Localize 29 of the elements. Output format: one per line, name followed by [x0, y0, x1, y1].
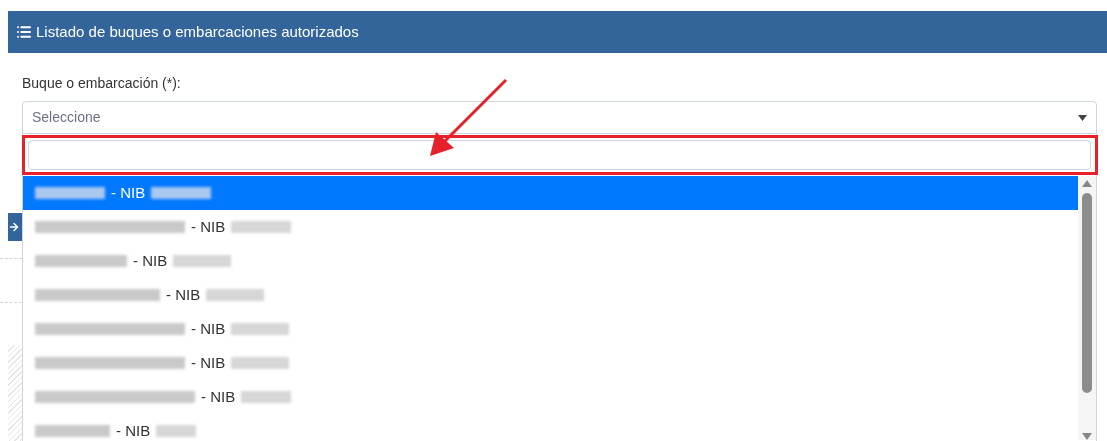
blurred-number [151, 187, 212, 199]
blurred-number [231, 357, 290, 369]
option-text: - NIB [111, 182, 146, 203]
option-text: - NIB [166, 284, 201, 305]
field-label: Buque o embarcación (*): [22, 74, 182, 93]
list-icon [16, 24, 32, 40]
caret-down-icon [1078, 114, 1087, 121]
blurred-number [231, 221, 292, 233]
vessel-select[interactable]: Seleccione [22, 101, 1097, 134]
scroll-down-icon[interactable] [1082, 433, 1092, 440]
search-field[interactable] [28, 140, 1091, 170]
blurred-number [156, 425, 197, 437]
option-text: - NIB [201, 386, 236, 407]
blurred-number [241, 391, 292, 403]
side-button[interactable] [8, 213, 22, 241]
option-text: - NIB [191, 352, 226, 373]
blurred-number [173, 255, 232, 267]
option-text: - NIB [191, 318, 226, 339]
option-text: - NIB [191, 216, 226, 237]
scroll-up-icon[interactable] [1082, 180, 1092, 187]
option-text: - NIB [133, 250, 168, 271]
scrollbar-thumb[interactable] [1082, 193, 1092, 393]
blurred-number [206, 289, 265, 301]
vessel-option[interactable]: - NIB [23, 176, 1078, 210]
blurred-name [35, 187, 105, 199]
blurred-number [231, 323, 290, 335]
option-text: - NIB [116, 420, 151, 441]
arrow-right-icon [8, 221, 20, 233]
panel-title: Listado de buques o embarcaciones autorizados [36, 21, 359, 42]
